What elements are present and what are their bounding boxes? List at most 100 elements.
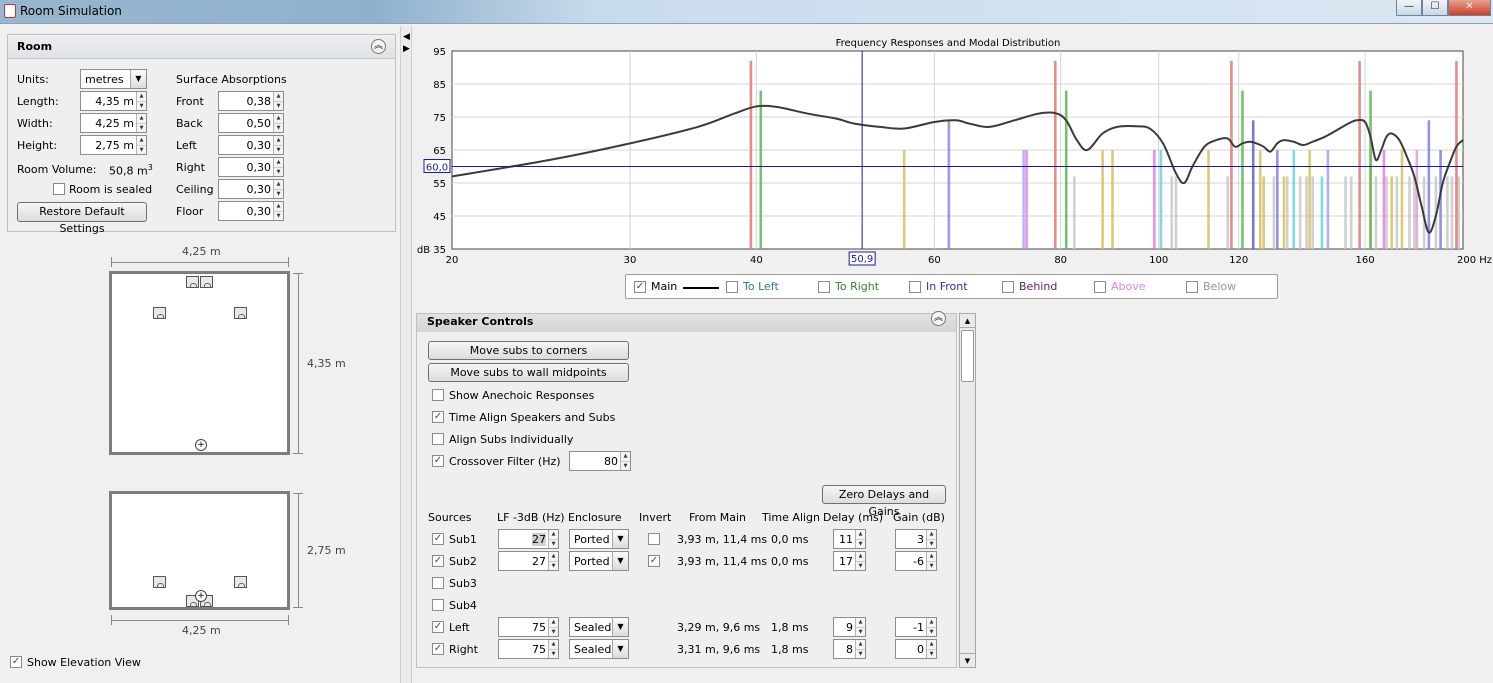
spinner-arrows-icon[interactable]: ▲ ▼ (926, 552, 936, 570)
zero-delays-gains-button[interactable]: Zero Delays and Gains (822, 485, 946, 518)
surface-left-spinner[interactable]: 0,30 ▲ ▼ (218, 135, 284, 155)
right-delay-spinner[interactable]: 8 ▲ ▼ (833, 639, 866, 659)
sub1-enclosure-select[interactable]: Ported ▼ (569, 529, 629, 549)
vertical-scrollbar[interactable]: ▲ ▼ (959, 313, 976, 668)
sub2-invert-checkbox[interactable]: ✓ (648, 555, 660, 567)
sub1-lf-spinner[interactable]: 27 ▲ ▼ (498, 529, 559, 549)
left-delay-spinner[interactable]: 9 ▲ ▼ (833, 617, 866, 637)
chevron-down-icon[interactable]: ▼ (612, 640, 628, 658)
spinner-arrows-icon[interactable]: ▲ ▼ (136, 114, 146, 132)
room-plan-view[interactable]: + (109, 271, 290, 455)
legend-below-checkbox[interactable] (1186, 281, 1198, 293)
crossover-checkbox[interactable]: ✓ (432, 455, 444, 467)
legend-above-checkbox[interactable] (1094, 281, 1106, 293)
close-button[interactable]: ✕ (1448, 0, 1491, 16)
legend-to-right-checkbox[interactable] (818, 281, 830, 293)
room-elevation-view[interactable]: + (109, 491, 290, 610)
spinner-arrows-icon[interactable]: ▲ ▼ (926, 530, 936, 548)
right-lf-spinner[interactable]: 75 ▲ ▼ (498, 639, 559, 659)
legend-to-left-checkbox[interactable] (726, 281, 738, 293)
spinner-arrows-icon[interactable]: ▲ ▼ (273, 92, 283, 110)
spinner-arrows-icon[interactable]: ▲ ▼ (273, 114, 283, 132)
spinner-arrows-icon[interactable]: ▲ ▼ (855, 618, 865, 636)
chevron-down-icon[interactable]: ▼ (612, 618, 628, 636)
spinner-arrows-icon[interactable]: ▲ ▼ (136, 136, 146, 154)
scroll-thumb[interactable] (961, 330, 974, 382)
legend-in-front-checkbox[interactable] (909, 281, 921, 293)
crossover-spinner[interactable]: 80 ▲ ▼ (569, 451, 631, 471)
listener-icon[interactable]: + (195, 590, 207, 602)
anechoic-checkbox[interactable] (432, 389, 444, 401)
left-speaker-icon[interactable] (153, 576, 166, 588)
maximize-button[interactable]: ☐ (1422, 0, 1448, 16)
left-enable-checkbox[interactable]: ✓ (432, 621, 444, 633)
sub2-speaker-icon[interactable] (200, 276, 213, 288)
left-speaker-icon[interactable] (153, 307, 166, 319)
collapse-left-arrow-icon[interactable]: ◀ (403, 32, 410, 42)
left-enclosure-select[interactable]: Sealed ▼ (569, 617, 629, 637)
left-gain-spinner[interactable]: -1 ▲ ▼ (895, 617, 937, 637)
spinner-arrows-icon[interactable]: ▲ ▼ (548, 552, 558, 570)
sub1-delay-spinner[interactable]: 11 ▲ ▼ (833, 529, 866, 549)
legend-behind-checkbox[interactable] (1002, 281, 1014, 293)
length-spinner[interactable]: 4,35 m ▲ ▼ (80, 91, 147, 111)
time-align-checkbox[interactable]: ✓ (432, 411, 444, 423)
restore-defaults-button[interactable]: Restore Default Settings (17, 202, 147, 235)
width-spinner[interactable]: 4,25 m ▲ ▼ (80, 113, 147, 133)
speaker-controls-header[interactable]: Speaker Controls ︽ (417, 311, 956, 332)
sub2-delay-spinner[interactable]: 17 ▲ ▼ (833, 551, 866, 571)
right-speaker-icon[interactable] (234, 307, 247, 319)
spinner-arrows-icon[interactable]: ▲ ▼ (273, 136, 283, 154)
move-subs-corners-button[interactable]: Move subs to corners (428, 341, 629, 360)
chevron-down-icon[interactable]: ▼ (612, 530, 628, 548)
sub1-gain-spinner[interactable]: 3 ▲ ▼ (895, 529, 937, 549)
left-lf-spinner[interactable]: 75 ▲ ▼ (498, 617, 559, 637)
spinner-arrows-icon[interactable]: ▲ ▼ (273, 158, 283, 176)
minimize-button[interactable]: — (1396, 0, 1422, 16)
sub4-enable-checkbox[interactable] (432, 599, 444, 611)
sub2-lf-spinner[interactable]: 27 ▲ ▼ (498, 551, 559, 571)
spinner-arrows-icon[interactable]: ▲ ▼ (273, 202, 283, 220)
spinner-arrows-icon[interactable]: ▲ ▼ (548, 530, 558, 548)
right-gain-spinner[interactable]: 0 ▲ ▼ (895, 639, 937, 659)
frequency-response-chart[interactable]: Frequency Responses and Modal Distributi… (416, 32, 1493, 272)
sub1-enable-checkbox[interactable]: ✓ (432, 533, 444, 545)
spinner-arrows-icon[interactable]: ▲ ▼ (548, 618, 558, 636)
sub2-enclosure-select[interactable]: Ported ▼ (569, 551, 629, 571)
surface-ceiling-spinner[interactable]: 0,30 ▲ ▼ (218, 179, 284, 199)
height-spinner[interactable]: 2,75 m ▲ ▼ (80, 135, 147, 155)
right-speaker-icon[interactable] (234, 576, 247, 588)
move-subs-midpoints-button[interactable]: Move subs to wall midpoints (428, 363, 629, 382)
spinner-arrows-icon[interactable]: ▲ ▼ (273, 180, 283, 198)
align-subs-checkbox[interactable] (432, 433, 444, 445)
spinner-arrows-icon[interactable]: ▲ ▼ (548, 640, 558, 658)
sub2-enable-checkbox[interactable]: ✓ (432, 555, 444, 567)
split-pane-divider[interactable]: ◀ ▶ (400, 26, 412, 683)
surface-floor-spinner[interactable]: 0,30 ▲ ▼ (218, 201, 284, 221)
right-enable-checkbox[interactable]: ✓ (432, 643, 444, 655)
scroll-down-icon[interactable]: ▼ (960, 653, 975, 667)
scroll-up-icon[interactable]: ▲ (960, 314, 975, 328)
spinner-arrows-icon[interactable]: ▲ ▼ (855, 640, 865, 658)
spinner-arrows-icon[interactable]: ▲ ▼ (136, 92, 146, 110)
room-sealed-checkbox[interactable] (53, 183, 65, 195)
sub1-invert-checkbox[interactable] (648, 533, 660, 545)
listener-icon[interactable]: + (195, 439, 207, 451)
expand-right-arrow-icon[interactable]: ▶ (403, 44, 410, 54)
surface-back-spinner[interactable]: 0,50 ▲ ▼ (218, 113, 284, 133)
sub2-gain-spinner[interactable]: -6 ▲ ▼ (895, 551, 937, 571)
room-panel-header[interactable]: Room ︽ (8, 35, 395, 59)
spinner-arrows-icon[interactable]: ▲ ▼ (620, 452, 630, 470)
chevron-down-icon[interactable]: ▼ (612, 552, 628, 570)
surface-front-spinner[interactable]: 0,38 ▲ ▼ (218, 91, 284, 111)
spinner-arrows-icon[interactable]: ▲ ▼ (926, 640, 936, 658)
surface-right-spinner[interactable]: 0,30 ▲ ▼ (218, 157, 284, 177)
right-enclosure-select[interactable]: Sealed ▼ (569, 639, 629, 659)
show-elevation-checkbox[interactable]: ✓ (10, 656, 22, 668)
spinner-arrows-icon[interactable]: ▲ ▼ (855, 530, 865, 548)
sub1-speaker-icon[interactable] (186, 276, 199, 288)
collapse-icon[interactable]: ︽ (371, 39, 386, 54)
sub3-enable-checkbox[interactable] (432, 577, 444, 589)
units-select[interactable]: metres ▼ (80, 69, 147, 89)
spinner-arrows-icon[interactable]: ▲ ▼ (926, 618, 936, 636)
